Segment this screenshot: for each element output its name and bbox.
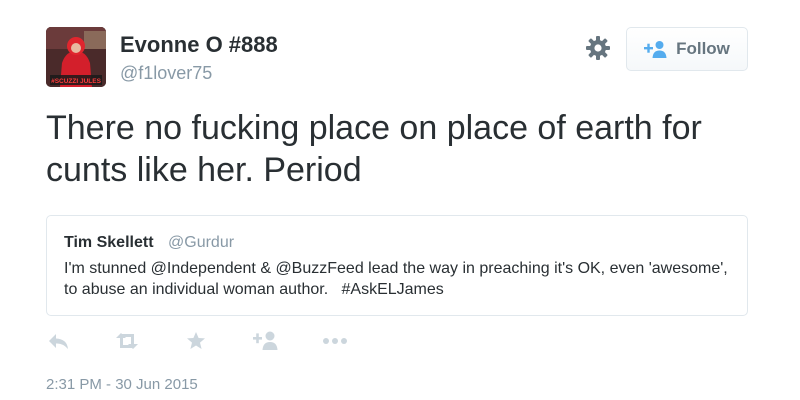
- tweet-text: There no fucking place on place of earth…: [46, 109, 702, 189]
- follow-button[interactable]: Follow: [626, 27, 748, 71]
- quoted-tweet-author-name: Tim Skellett: [64, 234, 154, 251]
- follow-icon[interactable]: [253, 330, 281, 352]
- more-icon[interactable]: [321, 330, 349, 352]
- quoted-tweet-text: I'm stunned @Independent & @BuzzFeed lea…: [64, 260, 733, 298]
- favorite-icon[interactable]: [185, 330, 207, 352]
- reply-icon[interactable]: [46, 330, 72, 352]
- avatar[interactable]: #SCUZZI JULES: [46, 27, 106, 87]
- timestamp[interactable]: 2:31 PM - 30 Jun 2015: [46, 376, 198, 393]
- quoted-tweet[interactable]: Tim Skellett @Gurdur I'm stunned @Indepe…: [46, 215, 748, 316]
- follow-label: Follow: [676, 39, 730, 58]
- avatar-caption: #SCUZZI JULES: [51, 78, 102, 85]
- tweet-card: #SCUZZI JULES Evonne O #888 @f1lover75 F…: [0, 0, 800, 400]
- add-user-icon: [644, 40, 668, 58]
- author-display-name[interactable]: Evonne O #888: [120, 32, 278, 58]
- gear-icon[interactable]: [585, 35, 611, 61]
- author-handle[interactable]: @f1lover75: [120, 62, 212, 84]
- avatar-image: #SCUZZI JULES: [46, 27, 106, 87]
- retweet-icon[interactable]: [112, 330, 142, 352]
- quoted-tweet-author-handle: @Gurdur: [168, 234, 235, 251]
